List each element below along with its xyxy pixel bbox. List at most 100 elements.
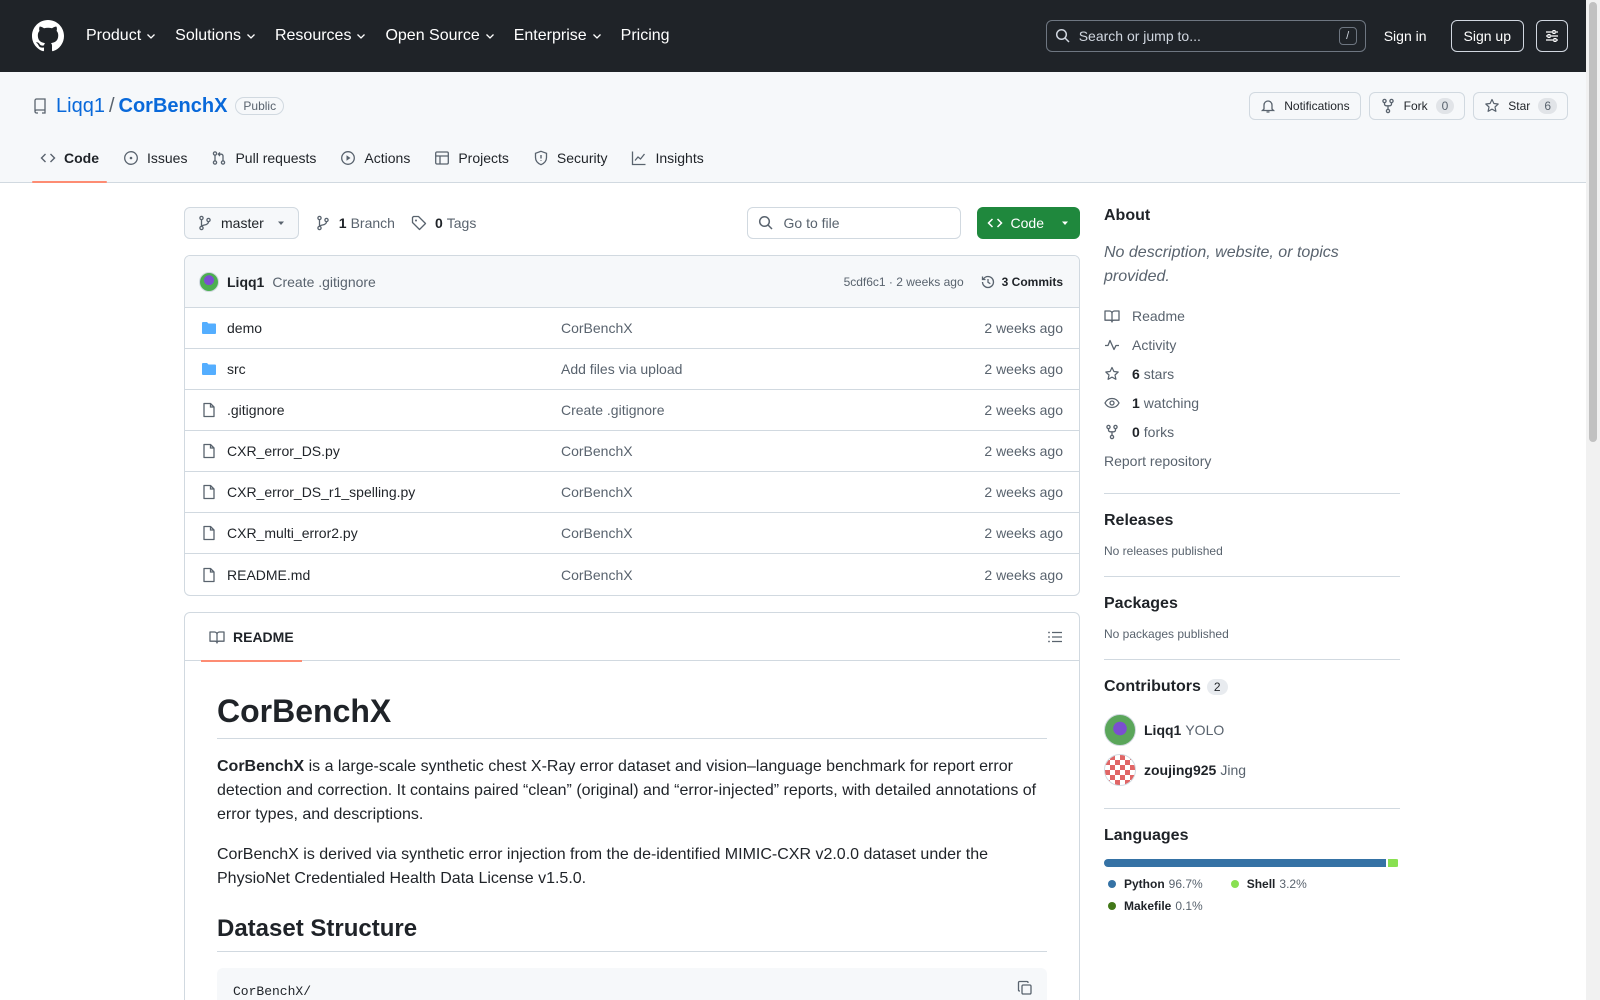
report-repository-link[interactable]: Report repository — [1104, 446, 1400, 475]
language-item[interactable]: Shell 3.2% — [1227, 877, 1307, 891]
sidebar-divider — [1104, 808, 1400, 809]
file-commit-message[interactable]: Add files via upload — [561, 361, 984, 377]
fork-icon — [1106, 424, 1118, 439]
stars-link[interactable]: 6 stars — [1104, 359, 1400, 388]
sign-in-link[interactable]: Sign in — [1384, 28, 1427, 44]
file-commit-message[interactable]: CorBenchX — [561, 525, 984, 541]
contributor-login: zoujing925 — [1144, 762, 1217, 778]
file-commit-message[interactable]: CorBenchX — [561, 484, 984, 500]
language-name: Python — [1124, 877, 1165, 891]
table-row[interactable]: demo CorBenchX 2 weeks ago — [185, 308, 1079, 349]
commit-hash-time[interactable]: 5cdf6c1 · 2 weeks ago — [844, 275, 964, 289]
fork-button[interactable]: Fork 0 — [1368, 92, 1466, 120]
code-icon — [40, 153, 56, 163]
commits-link[interactable]: 3 Commits — [980, 274, 1063, 290]
chevron-down-icon — [147, 34, 156, 39]
tab-projects[interactable]: Projects — [426, 134, 517, 182]
code-icon — [986, 218, 1003, 228]
activity-link[interactable]: Activity — [1104, 330, 1400, 359]
nav-open-source[interactable]: Open Source — [385, 27, 495, 45]
contributor-name: Jing — [1220, 762, 1247, 778]
nav-pricing-label: Pricing — [620, 27, 670, 44]
repo-name-link[interactable]: CorBenchX — [119, 95, 228, 118]
nav-resources[interactable]: Resources — [275, 27, 367, 45]
file-name[interactable]: src — [227, 361, 561, 377]
table-row[interactable]: CXR_error_DS.py CorBenchX 2 weeks ago — [185, 431, 1079, 472]
commit-author[interactable]: Liqq1 — [227, 274, 264, 290]
nav-product[interactable]: Product — [86, 27, 157, 45]
tab-security[interactable]: Security — [525, 134, 616, 182]
page-scrollbar[interactable] — [1586, 0, 1600, 1000]
nav-pricing[interactable]: Pricing — [621, 27, 670, 45]
readme-link[interactable]: Readme — [1104, 301, 1400, 330]
nav-enterprise[interactable]: Enterprise — [514, 27, 603, 45]
fork-icon — [1381, 98, 1394, 114]
file-name[interactable]: README.md — [227, 567, 561, 583]
nav-solutions[interactable]: Solutions — [175, 27, 257, 45]
readme-link-label: Readme — [1132, 307, 1185, 324]
menu-button[interactable] — [1536, 20, 1568, 52]
star-icon — [1485, 98, 1500, 112]
table-row[interactable]: CXR_error_DS_r1_spelling.py CorBenchX 2 we… — [185, 472, 1079, 513]
language-name: Shell — [1246, 877, 1276, 891]
folder-icon — [202, 363, 216, 375]
branch-selector[interactable]: master — [184, 207, 299, 239]
tab-actions[interactable]: Actions — [332, 134, 418, 182]
go-to-file-input[interactable]: Go to file — [746, 207, 961, 239]
file-commit-message[interactable]: CorBenchX — [561, 567, 984, 583]
contributor-item[interactable]: Liqq1 YOLO — [1104, 710, 1400, 750]
file-commit-time: 2 weeks ago — [984, 320, 1063, 336]
file-commit-message[interactable]: Create .gitignore — [561, 402, 984, 418]
file-name[interactable]: CXR_multi_error2.py — [227, 525, 561, 541]
forks-link[interactable]: 0 forks — [1104, 417, 1400, 446]
packages-title[interactable]: Packages — [1104, 595, 1400, 613]
language-item[interactable]: Python 96.7% — [1104, 877, 1203, 891]
nav-resources-label: Resources — [274, 27, 352, 44]
repo-owner-link[interactable]: Liqq1 — [56, 95, 105, 118]
watching-link[interactable]: 1 watching — [1104, 388, 1400, 417]
table-row[interactable]: src Add files via upload 2 weeks ago — [185, 349, 1079, 390]
file-name[interactable]: demo — [227, 320, 561, 336]
tab-issues[interactable]: Issues — [115, 134, 195, 182]
table-row[interactable]: CXR_multi_error2.py CorBenchX 2 weeks ago — [185, 513, 1079, 554]
contributor-item[interactable]: zoujing925 Jing — [1104, 750, 1400, 790]
copy-icon[interactable] — [1017, 980, 1033, 996]
tab-insights[interactable]: Insights — [623, 134, 711, 182]
file-type-icon — [201, 525, 217, 541]
sign-up-button[interactable]: Sign up — [1450, 20, 1524, 52]
readme-tab[interactable]: README — [201, 613, 302, 662]
file-commit-message[interactable]: CorBenchX — [561, 443, 984, 459]
file-name[interactable]: CXR_error_DS.py — [227, 443, 561, 459]
tab-code[interactable]: Code — [32, 134, 107, 183]
caret-down-icon — [1062, 221, 1068, 225]
scrollbar-thumb[interactable] — [1589, 2, 1597, 442]
notifications-button[interactable]: Notifications — [1249, 92, 1361, 120]
folder-icon — [202, 322, 216, 334]
avatar[interactable] — [1104, 754, 1136, 786]
table-row[interactable]: .gitignore Create .gitignore 2 weeks ago — [185, 390, 1079, 431]
code-dropdown-button[interactable]: Code — [976, 207, 1080, 239]
contributors-title[interactable]: Contributors 2 — [1104, 678, 1400, 696]
language-percent: 3.2% — [1279, 877, 1307, 891]
commit-message[interactable]: Create .gitignore — [272, 274, 376, 290]
author-avatar[interactable] — [199, 271, 219, 292]
file-commit-message[interactable]: CorBenchX — [561, 320, 984, 336]
releases-title[interactable]: Releases — [1104, 512, 1400, 530]
branch-count-label: Branch — [350, 215, 395, 231]
branches-link[interactable]: 1 Branch — [315, 215, 395, 231]
file-icon — [203, 443, 215, 459]
avatar[interactable] — [1104, 714, 1136, 746]
file-name[interactable]: CXR_error_DS_r1_spelling.py — [227, 484, 561, 500]
table-row[interactable]: README.md CorBenchX 2 weeks ago — [185, 554, 1079, 595]
tab-pull-requests[interactable]: Pull requests — [203, 134, 324, 182]
file-type-icon — [201, 402, 217, 418]
github-logo-icon[interactable] — [32, 20, 64, 52]
tags-link[interactable]: 0 Tags — [411, 215, 476, 231]
outline-list-icon[interactable] — [1047, 629, 1063, 645]
file-type-icon — [201, 567, 217, 583]
star-label: Star — [1508, 99, 1531, 113]
star-button[interactable]: Star 6 — [1473, 92, 1568, 120]
language-item[interactable]: Makefile 0.1% — [1104, 899, 1203, 913]
global-search-input[interactable]: Search or jump to... / — [1045, 20, 1366, 52]
file-name[interactable]: .gitignore — [227, 402, 561, 418]
